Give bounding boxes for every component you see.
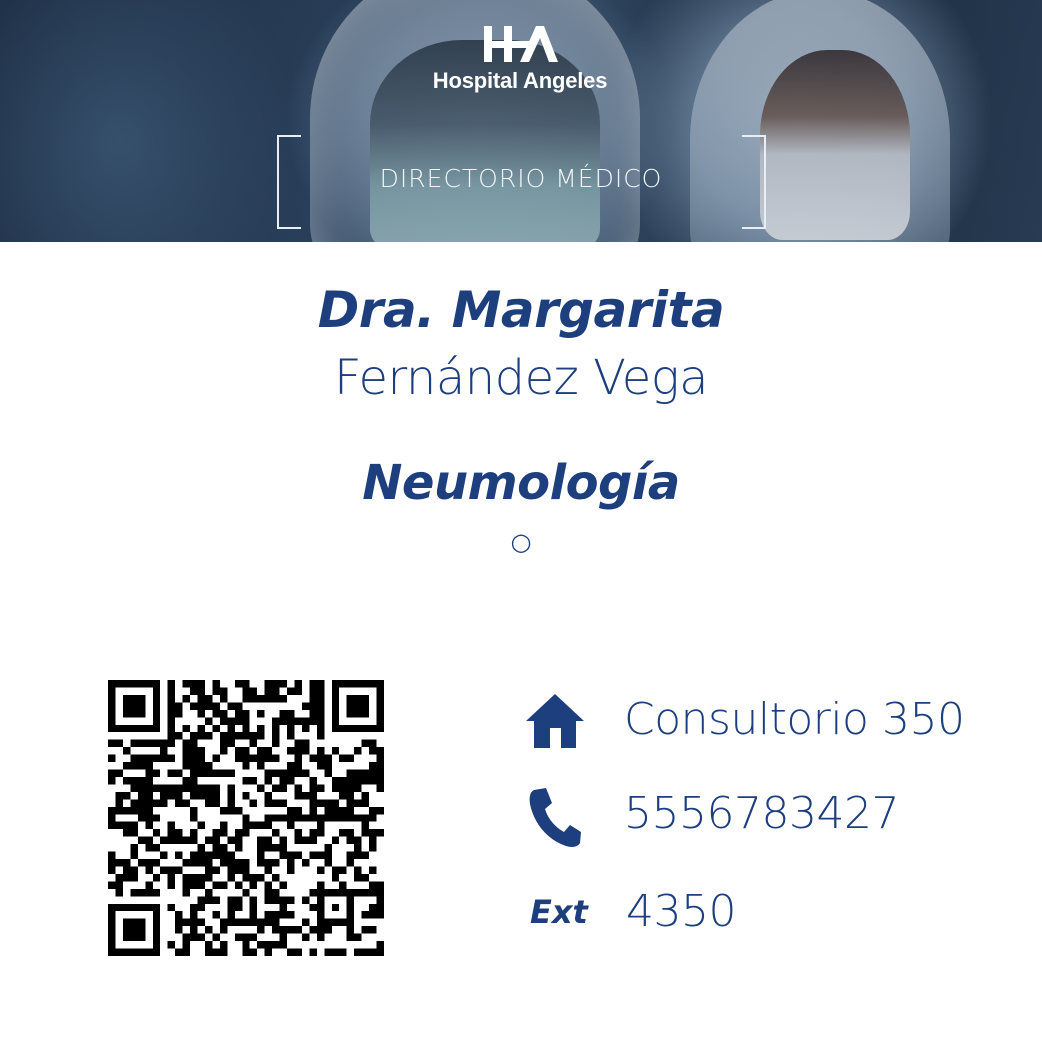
sub-specialty: ○ xyxy=(510,528,532,556)
extension-number: 4350 xyxy=(626,886,736,937)
ha-logo-icon xyxy=(484,26,558,62)
hospital-logo: Hospital Angeles xyxy=(420,24,620,94)
doctor-first-name: Dra. Margarita xyxy=(317,281,725,339)
qr-modules xyxy=(108,680,384,956)
home-icon xyxy=(526,694,584,748)
phone-number[interactable]: 5556783427 xyxy=(624,788,899,839)
directory-title: DIRECTORIO MÉDICO xyxy=(379,164,663,193)
header-banner: Hospital Angeles DIRECTORIO MÉDICO xyxy=(0,0,1042,242)
ext-label: Ext xyxy=(530,893,588,931)
doctor-specialty: Neumología xyxy=(362,455,680,511)
qr-code[interactable] xyxy=(108,680,384,956)
title-bracket-right xyxy=(742,135,766,229)
phone-icon xyxy=(529,788,581,847)
doctor-last-name: Fernández Vega xyxy=(334,350,708,406)
office-number: Consultorio 350 xyxy=(624,694,965,745)
title-bracket-left xyxy=(277,135,301,229)
hospital-name: Hospital Angeles xyxy=(432,68,608,93)
